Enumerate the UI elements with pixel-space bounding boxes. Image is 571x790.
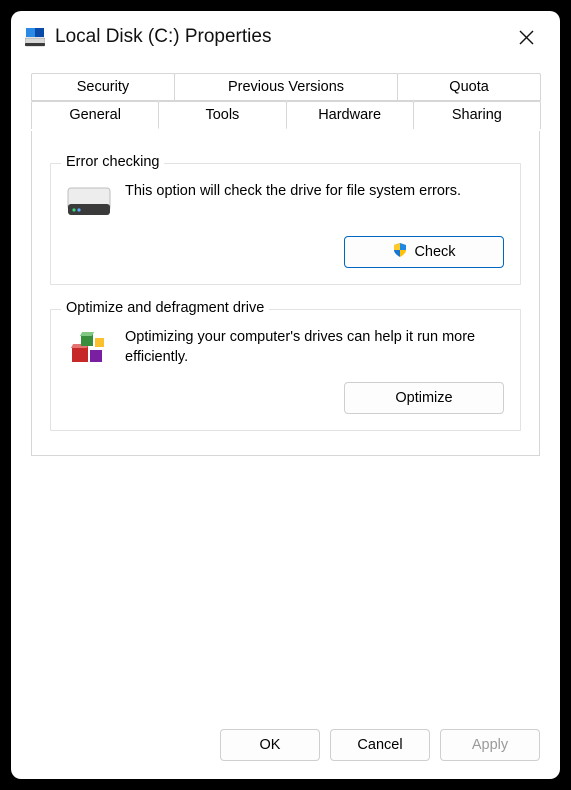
defrag-icon — [67, 328, 111, 368]
ok-button[interactable]: OK — [220, 729, 320, 761]
tab-panel-tools: Error checking This option will check th… — [31, 131, 540, 456]
tab-tools[interactable]: Tools — [158, 101, 286, 129]
error-checking-group: Error checking This option will check th… — [50, 163, 521, 285]
window-title: Local Disk (C:) Properties — [55, 26, 496, 48]
check-button[interactable]: Check — [344, 236, 504, 268]
dialog-content: Security Previous Versions Quota General… — [11, 63, 560, 715]
optimize-group: Optimize and defragment drive Optimizing… — [50, 309, 521, 431]
optimize-title: Optimize and defragment drive — [61, 300, 269, 316]
apply-button: Apply — [440, 729, 540, 761]
tab-quota[interactable]: Quota — [397, 73, 541, 101]
drive-icon — [25, 27, 45, 47]
dialog-footer: OK Cancel Apply — [11, 715, 560, 779]
optimize-button[interactable]: Optimize — [344, 382, 504, 414]
uac-shield-icon — [392, 242, 408, 262]
hard-drive-icon — [67, 182, 111, 222]
titlebar: Local Disk (C:) Properties — [11, 11, 560, 63]
tab-strip: Security Previous Versions Quota General… — [31, 73, 540, 129]
cancel-button[interactable]: Cancel — [330, 729, 430, 761]
properties-dialog: Local Disk (C:) Properties Security Prev… — [11, 11, 560, 779]
tab-general[interactable]: General — [31, 101, 159, 129]
tab-security[interactable]: Security — [31, 73, 175, 101]
error-checking-description: This option will check the drive for fil… — [125, 182, 461, 202]
optimize-button-label: Optimize — [395, 390, 452, 406]
tab-sharing[interactable]: Sharing — [413, 101, 541, 129]
error-checking-title: Error checking — [61, 154, 164, 170]
check-button-label: Check — [414, 244, 455, 260]
close-button[interactable] — [506, 21, 546, 53]
optimize-description: Optimizing your computer's drives can he… — [125, 328, 504, 367]
tab-previous-versions[interactable]: Previous Versions — [174, 73, 398, 101]
tab-hardware[interactable]: Hardware — [286, 101, 414, 129]
